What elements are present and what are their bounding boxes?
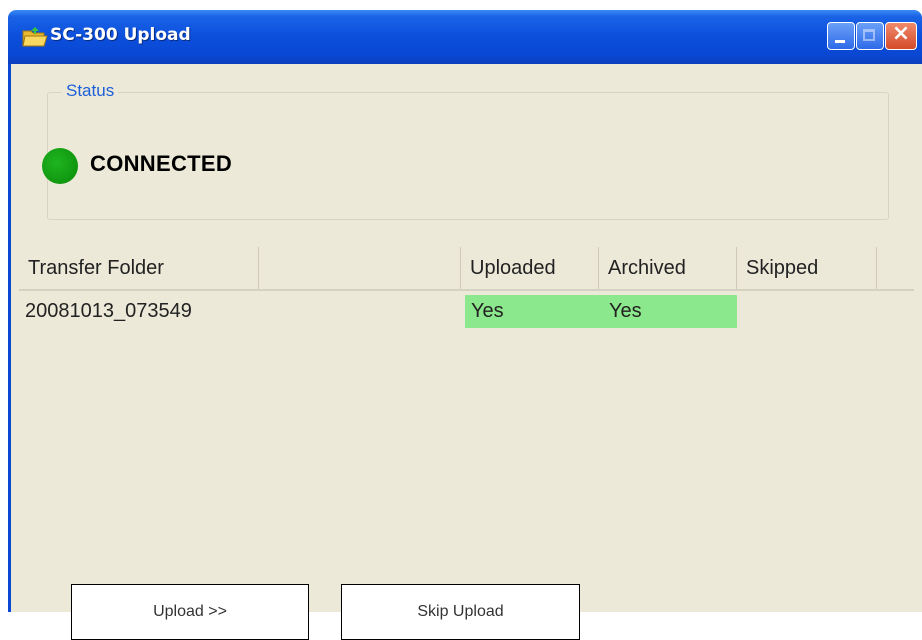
column-header-skipped[interactable]: Skipped [737,247,877,289]
title-bar[interactable]: SC-300 Upload × [8,10,922,64]
status-legend: Status [62,81,119,101]
row-archived-cell[interactable]: Yes [603,295,737,328]
header-divider [19,289,914,291]
column-header-transfer-folder[interactable]: Transfer Folder [19,247,259,289]
upload-button[interactable]: Upload >> [71,584,309,640]
transfer-list[interactable]: Transfer Folder Uploaded Archived Skippe… [19,247,914,517]
connection-status: CONNECTED [90,151,233,176]
row-skipped-cell[interactable] [737,295,877,328]
close-button[interactable]: × [885,21,917,50]
connection-indicator-icon [42,148,78,184]
window-title: SC-300 Upload [50,25,191,45]
maximize-button[interactable] [856,22,884,50]
app-window: SC-300 Upload × Status CONNECTED Transfe… [8,10,922,640]
column-header-blank[interactable] [259,247,461,289]
folder-icon [22,27,48,47]
close-icon: × [891,21,911,46]
skip-upload-button[interactable]: Skip Upload [341,584,580,640]
row-uploaded-cell[interactable]: Yes [465,295,603,328]
column-header-archived[interactable]: Archived [599,247,737,289]
client-area: Status CONNECTED Transfer Folder Uploade… [8,64,922,640]
minimize-button[interactable] [827,22,855,50]
column-header-uploaded[interactable]: Uploaded [461,247,599,289]
row-folder-name[interactable]: 20081013_073549 [19,295,459,328]
